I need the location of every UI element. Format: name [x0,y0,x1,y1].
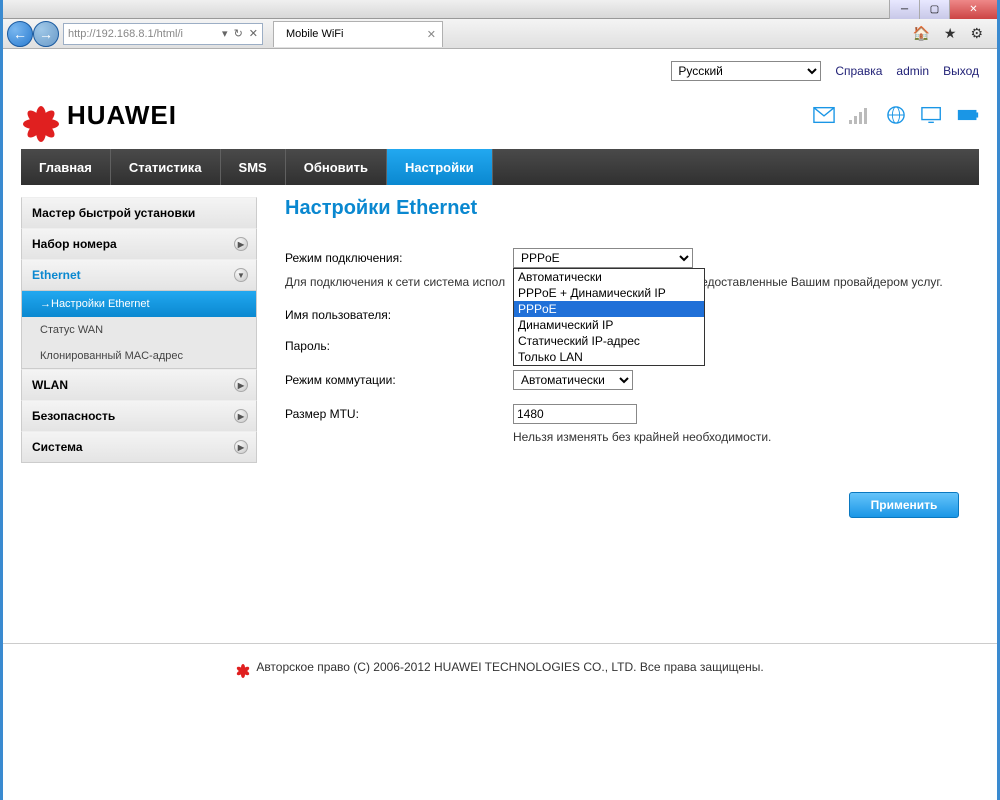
content-area: Настройки Ethernet Режим подключения: PP… [285,197,979,518]
sidebar-item-label: Статус WAN [40,324,103,336]
sidebar-sub-mac-clone[interactable]: Клонированный MAC-адрес [21,343,257,369]
sidebar-sub-wan-status[interactable]: Статус WAN [21,317,257,343]
tools-icon[interactable]: ⚙ [970,25,983,42]
window-maximize-button[interactable]: ▢ [919,0,949,19]
logout-link[interactable]: Выход [943,64,979,78]
battery-icon [957,106,979,124]
nav-settings[interactable]: Настройки [387,149,493,185]
apply-button[interactable]: Применить [849,492,959,518]
copyright-text: Авторское право (C) 2006-2012 HUAWEI TEC… [256,660,763,674]
main-nav: Главная Статистика SMS Обновить Настройк… [21,149,979,185]
dropdown-option[interactable]: Автоматически [514,269,704,285]
sidebar-item-wizard[interactable]: Мастер быстрой установки [21,197,257,229]
refresh-icon[interactable]: ↻ [234,27,243,40]
footer: Авторское право (C) 2006-2012 HUAWEI TEC… [3,643,997,690]
username-label: Имя пользователя: [285,305,513,322]
sidebar-item-label: Мастер быстрой установки [32,206,195,220]
mail-icon[interactable] [813,106,835,124]
password-label: Пароль: [285,336,513,353]
mtu-note: Нельзя изменять без крайней необходимост… [513,430,969,444]
connection-mode-label: Режим подключения: [285,248,513,265]
back-button[interactable]: ← [7,21,33,47]
favorites-icon[interactable]: ★ [944,25,957,42]
window-close-button[interactable]: ✕ [949,0,997,19]
sidebar-item-label: Набор номера [32,237,117,251]
globe-icon[interactable] [885,106,907,124]
help-link[interactable]: Справка [835,64,882,78]
connection-mode-select[interactable]: PPPoE [513,248,693,268]
sidebar-item-wlan[interactable]: WLAN ▶ [21,369,257,401]
nav-update[interactable]: Обновить [286,149,387,185]
nav-statistics[interactable]: Статистика [111,149,221,185]
switching-select[interactable]: Автоматически [513,370,633,390]
window-minimize-button[interactable]: ─ [889,0,919,19]
dropdown-option[interactable]: PPPoE [514,301,704,317]
home-icon[interactable]: 🏠 [912,25,929,42]
status-icons [813,106,979,124]
chevron-right-icon: ▶ [234,237,248,251]
address-bar[interactable]: http://192.168.8.1/html/i ▾ ↻ ✕ [63,23,263,45]
page-title: Настройки Ethernet [285,197,969,220]
chevron-right-icon: ▶ [234,409,248,423]
tab-title: Mobile WiFi [286,28,343,40]
sidebar-item-label: Ethernet [32,268,81,282]
sidebar-item-security[interactable]: Безопасность ▶ [21,400,257,432]
switching-label: Режим коммутации: [285,370,513,387]
sidebar-item-label: Клонированный MAC-адрес [40,350,183,362]
sidebar: Мастер быстрой установки Набор номера ▶ … [21,197,257,518]
browser-tab[interactable]: Mobile WiFi ✕ [273,21,443,47]
sidebar-item-label: Безопасность [32,409,115,423]
dropdown-option[interactable]: PPPoE + Динамический IP [514,285,704,301]
mtu-label: Размер MTU: [285,404,513,421]
dropdown-icon[interactable]: ▾ [222,27,228,40]
user-link[interactable]: admin [896,64,929,78]
stop-icon[interactable]: ✕ [249,27,258,40]
sidebar-item-label: WLAN [32,378,68,392]
sidebar-item-label: Система [32,440,83,454]
chevron-right-icon: ▶ [234,440,248,454]
tab-close-icon[interactable]: ✕ [427,28,436,41]
chevron-down-icon: ▼ [234,268,248,282]
huawei-flower-icon [21,95,61,135]
monitor-icon[interactable] [921,106,943,124]
sidebar-item-label: →Настройки Ethernet [40,298,150,310]
huawei-flower-icon [236,660,250,674]
signal-icon [849,106,871,124]
sidebar-item-dialup[interactable]: Набор номера ▶ [21,228,257,260]
sidebar-item-ethernet[interactable]: Ethernet ▼ [21,259,257,291]
dropdown-option[interactable]: Только LAN [514,349,704,365]
chevron-right-icon: ▶ [234,378,248,392]
dropdown-option[interactable]: Динамический IP [514,317,704,333]
browser-toolbar: ← → http://192.168.8.1/html/i ▾ ↻ ✕ Mobi… [3,19,997,49]
connection-mode-dropdown: Автоматически PPPoE + Динамический IP PP… [513,268,705,366]
brand-text: HUAWEI [67,100,177,131]
top-links-bar: Русский Справка admin Выход [21,57,979,89]
dropdown-option[interactable]: Статический IP-адрес [514,333,704,349]
forward-button[interactable]: → [33,21,59,47]
mtu-field[interactable] [513,404,637,424]
sidebar-item-system[interactable]: Система ▶ [21,431,257,463]
nav-home[interactable]: Главная [21,149,111,185]
sidebar-sub-ethernet-settings[interactable]: →Настройки Ethernet [21,291,257,317]
nav-sms[interactable]: SMS [221,149,286,185]
brand-logo: HUAWEI [21,95,177,135]
url-text: http://192.168.8.1/html/i [68,28,222,40]
language-select[interactable]: Русский [671,61,821,81]
window-titlebar: ─ ▢ ✕ [3,0,997,19]
